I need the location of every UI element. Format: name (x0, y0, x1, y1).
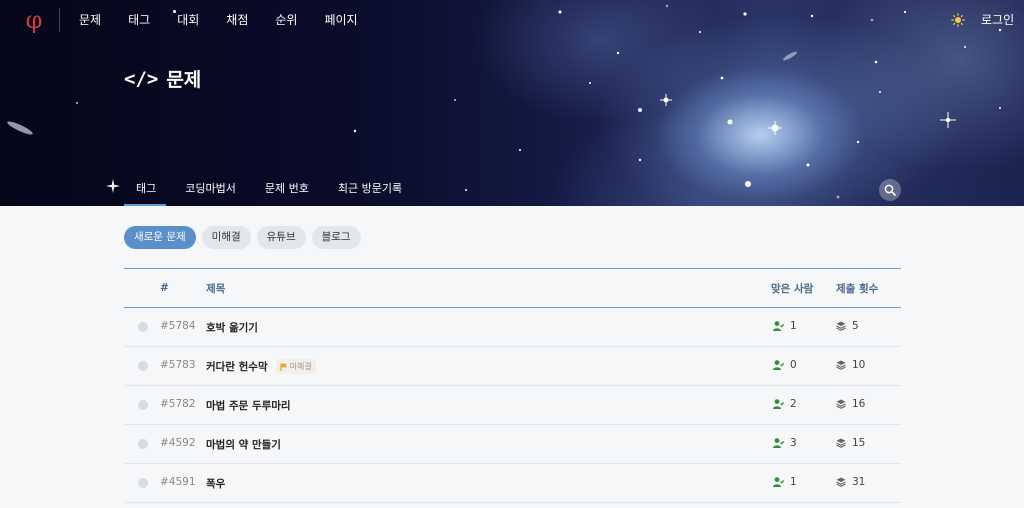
main-menu: 문제 태그 대회 채점 순위 페이지 (79, 10, 385, 28)
status-dot (138, 322, 148, 332)
header-submissions[interactable]: 제출 횟수 (836, 281, 878, 296)
table-row[interactable]: #5784 호박 옮기기 1 5 (124, 308, 901, 347)
problem-title-text: 호박 옮기기 (206, 322, 258, 334)
problem-title-text: 커다란 헌수막 (206, 361, 268, 373)
search-button[interactable] (879, 179, 901, 201)
layers-icon (836, 477, 846, 487)
problem-title-text: 마법 주문 두루마리 (206, 400, 291, 412)
menu-item-problems[interactable]: 문제 (79, 12, 101, 28)
problem-number: #4591 (160, 476, 196, 488)
search-icon (884, 184, 896, 196)
tab-coding-spellbook[interactable]: 코딩마법서 (175, 179, 246, 206)
table-body: #5784 호박 옮기기 1 5 #5783 커다란 헌수막 미해결 0 10 … (124, 308, 901, 503)
submission-count: 16 (836, 398, 865, 410)
table-row[interactable]: #4591 폭우 1 31 (124, 464, 901, 503)
user-check-icon (773, 477, 784, 487)
layers-icon (836, 360, 846, 370)
menu-item-pages[interactable]: 페이지 (324, 12, 357, 28)
solved-count: 0 (773, 359, 797, 371)
nav-divider (59, 8, 60, 32)
submission-count: 31 (836, 476, 865, 488)
sparkle-icon (106, 179, 120, 193)
problem-title[interactable]: 폭우 (206, 476, 225, 491)
filter-youtube[interactable]: 유튜브 (256, 226, 306, 249)
submission-value: 15 (852, 437, 866, 449)
problem-title-text: 마법의 약 만들기 (206, 439, 281, 451)
sub-tabs: 태그 코딩마법서 문제 번호 최근 방문기록 (124, 179, 421, 206)
problem-table: # 제목 맞은 사람 제출 횟수 #5784 호박 옮기기 1 5 #5783 … (124, 268, 901, 503)
solved-value: 3 (790, 437, 797, 449)
problem-title[interactable]: 마법 주문 두루마리 (206, 398, 291, 413)
menu-item-contests[interactable]: 대회 (173, 10, 199, 28)
user-check-icon (773, 438, 784, 448)
layers-icon (836, 321, 846, 331)
badge-label: 미해결 (289, 362, 312, 371)
submission-value: 31 (852, 476, 866, 488)
layers-icon (836, 438, 846, 448)
filter-blog[interactable]: 블로그 (311, 226, 361, 249)
problem-title[interactable]: 커다란 헌수막 미해결 (206, 359, 316, 374)
page-heading: </> 문제 (124, 65, 201, 92)
table-row[interactable]: #5782 마법 주문 두루마리 2 16 (124, 386, 901, 425)
logo[interactable]: φ (22, 6, 46, 34)
solved-value: 1 (790, 320, 797, 332)
submission-value: 10 (852, 359, 866, 371)
solved-count: 1 (773, 320, 797, 332)
menu-item-tags[interactable]: 태그 (128, 12, 150, 28)
tab-problem-number[interactable]: 문제 번호 (255, 179, 319, 206)
user-check-icon (773, 360, 784, 370)
login-link[interactable]: 로그인 (981, 12, 1014, 28)
user-check-icon (773, 399, 784, 409)
problem-number: #5783 (160, 359, 196, 371)
solved-count: 3 (773, 437, 797, 449)
hero-banner: φ 문제 태그 대회 채점 순위 페이지 로그인 </> 문제 태그 코딩마법서… (0, 0, 1024, 206)
problem-number: #5784 (160, 320, 196, 332)
submission-value: 16 (852, 398, 866, 410)
submission-count: 5 (836, 320, 859, 332)
table-header: # 제목 맞은 사람 제출 횟수 (124, 268, 901, 308)
filter-chips: 새로운 문제 미해결 유튜브 블로그 (124, 226, 367, 249)
solved-count: 1 (773, 476, 797, 488)
header-number[interactable]: # (160, 282, 169, 294)
submission-value: 5 (852, 320, 859, 332)
sun-icon[interactable] (951, 13, 965, 27)
problem-number: #4592 (160, 437, 196, 449)
filter-new-problems[interactable]: 새로운 문제 (124, 226, 196, 249)
user-check-icon (773, 321, 784, 331)
problem-number: #5782 (160, 398, 196, 410)
status-dot (138, 439, 148, 449)
menu-item-judging[interactable]: 채점 (226, 12, 248, 28)
solved-value: 2 (790, 398, 797, 410)
submission-count: 10 (836, 359, 865, 371)
status-dot (138, 400, 148, 410)
header-solved[interactable]: 맞은 사람 (771, 281, 813, 296)
problem-title-text: 폭우 (206, 478, 226, 490)
problem-title[interactable]: 마법의 약 만들기 (206, 437, 281, 452)
code-icon: </> (124, 67, 159, 90)
page-title: 문제 (166, 69, 202, 91)
table-row[interactable]: #5783 커다란 헌수막 미해결 0 10 (124, 347, 901, 386)
layers-icon (836, 399, 846, 409)
solved-value: 1 (790, 476, 797, 488)
problem-title[interactable]: 호박 옮기기 (206, 320, 258, 335)
menu-item-ranking[interactable]: 순위 (275, 12, 297, 28)
table-row[interactable]: #4592 마법의 약 만들기 3 15 (124, 425, 901, 464)
solved-value: 0 (790, 359, 797, 371)
tab-tags[interactable]: 태그 (124, 179, 167, 206)
solved-count: 2 (773, 398, 797, 410)
status-dot (138, 361, 148, 371)
submission-count: 15 (836, 437, 865, 449)
filter-unsolved[interactable]: 미해결 (201, 226, 251, 249)
top-navigation: φ 문제 태그 대회 채점 순위 페이지 로그인 (0, 0, 1024, 40)
flag-icon (280, 363, 287, 371)
status-dot (138, 478, 148, 488)
header-title[interactable]: 제목 (206, 281, 225, 296)
tab-recent-history[interactable]: 최근 방문기록 (328, 179, 412, 206)
unsolved-badge: 미해결 (275, 359, 316, 374)
